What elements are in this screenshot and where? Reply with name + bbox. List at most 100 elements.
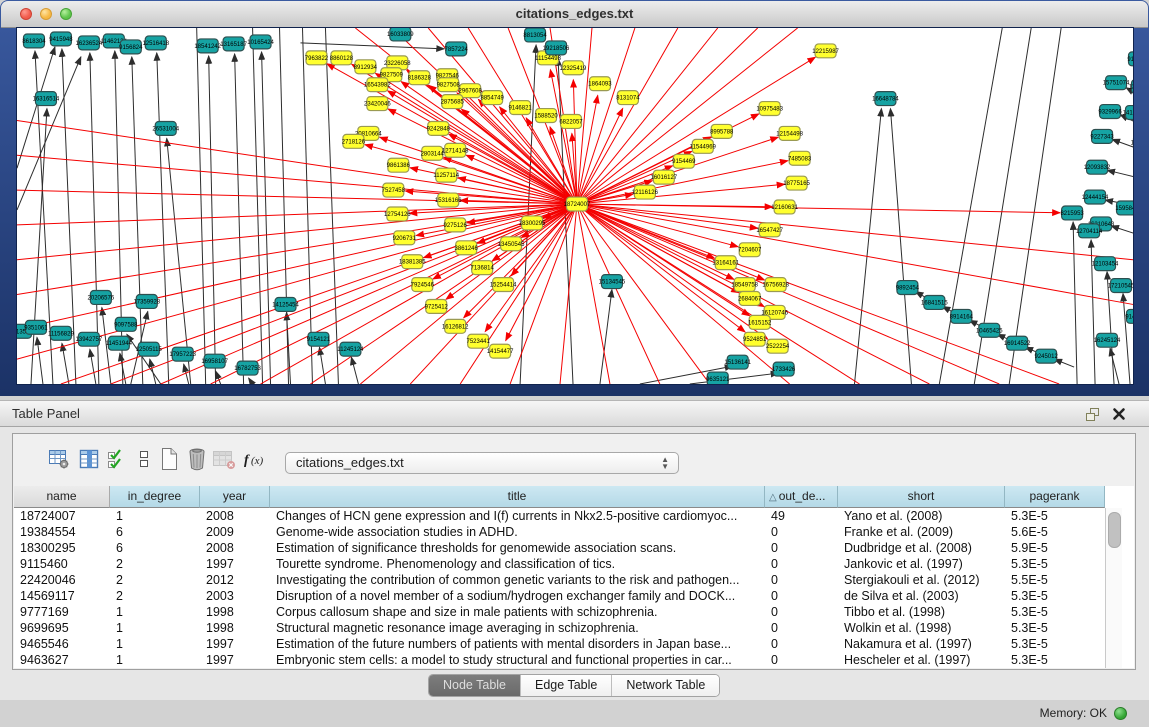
combo-arrows-icon: ▲▼ [661,456,669,470]
table-cell: 5.3E-5 [1005,588,1105,604]
graph-node-label: 9329966 [1098,110,1122,116]
graph-node-label: 12714148 [442,148,469,154]
graph-node-label: 12103454 [1092,262,1119,268]
function-builder-button[interactable]: f (x) [241,444,271,474]
table-row[interactable]: 946554611997Estimation of the future num… [14,636,1105,652]
graph-node-label: 9156824 [119,45,143,51]
table-chooser-select[interactable]: citations_edges.txt ▲▼ [285,452,679,474]
node-table: name in_degreeyear title △out_de...short pag… [14,486,1134,668]
graph-node-label: 8813054 [523,33,547,39]
graph-node-label: 18549758 [731,283,758,289]
table-toolbar: f (x) citations_edges.txt ▲▼ [13,434,1135,486]
table-row[interactable]: 1938455462009Genome-wide association stu… [14,524,1105,540]
column-header-label: out_de... [779,489,826,503]
table-cell: 9777169 [14,604,110,620]
table-cell: Stergiakouli et al. (2012) [838,572,1005,588]
fx-icon: f (x) [242,449,270,469]
table-row[interactable]: 911546021997Tourette syndrome. Phenomeno… [14,556,1105,572]
table-cell: 0 [765,588,838,604]
graph-node-label: 12505115 [136,347,163,353]
table-row[interactable]: 2242004622012Investigating the contribut… [14,572,1105,588]
row-height-button[interactable] [131,444,157,474]
column-header-label: pagerank [1029,489,1079,503]
column-header-in_degree[interactable]: in_degree [110,486,200,508]
close-panel-icon[interactable] [1112,407,1126,421]
table-gear-icon [48,448,70,470]
table-row[interactable]: 969969511998Structural magnetic resonanc… [14,620,1105,636]
graph-node-label: 2522254 [766,344,790,350]
graph-node-label: 10465425 [976,328,1003,334]
show-hide-columns-button[interactable] [104,444,130,474]
graph-node-label: 16126812 [442,324,469,330]
table-mode-button[interactable] [46,444,72,474]
table-cell: 9115460 [14,556,110,572]
table-cell: 2003 [200,588,270,604]
graph-node-label: 16016127 [651,175,678,181]
table-cell: Investigating the contribution of common… [270,572,765,588]
table-cell: 0 [765,540,838,556]
new-file-icon [159,447,179,471]
graph-node-label: 15134545 [599,280,626,286]
table-cell: Dudbridge et al. (2008) [838,540,1005,556]
graph-node-label: 17957223 [169,352,196,358]
table-cell: Estimation of significance thresholds fo… [270,540,765,556]
column-header-out_de[interactable]: △out_de... [765,486,838,508]
column-header-title[interactable]: title [270,486,765,508]
tab-node-table[interactable]: Node Table [429,675,520,696]
table-cell: 2009 [200,524,270,540]
table-cell: 5.3E-5 [1005,556,1105,572]
network-canvas[interactable]: 7963822886012889129342322605898275091654… [16,27,1134,385]
scrollbar-thumb[interactable] [1108,512,1121,548]
graph-node-label: 8912934 [354,65,378,71]
table-row[interactable]: 1830029562008Estimation of significance … [14,540,1105,556]
table-cell: 6 [110,540,200,556]
table-row[interactable]: 1872400712008Changes of HCN gene express… [14,508,1105,524]
graph-node-label: 9524851 [743,337,767,343]
table-row[interactable]: 1456911722003Disruption of a novel membe… [14,588,1105,604]
column-header-name[interactable]: name [14,486,110,508]
table-cell: 1998 [200,604,270,620]
table-cell: 2 [110,556,200,572]
graph-node-label: 15254414 [490,283,517,289]
delete-table-button[interactable] [211,444,237,474]
table-cell: 1 [110,604,200,620]
graph-node-label: 12116126 [632,190,659,196]
table-row[interactable]: 946362711997Embryonic stem cells: a mode… [14,652,1105,668]
graph-node-label: 2967608 [459,89,483,95]
tab-network-table[interactable]: Network Table [611,675,719,696]
table-panel-body: f (x) citations_edges.txt ▲▼ name in_degr… [0,427,1149,700]
graph-node-label: 9242848 [427,126,451,132]
table-cell: 49 [765,508,838,524]
table-box: f (x) citations_edges.txt ▲▼ name in_degr… [12,433,1136,670]
select-columns-button[interactable] [76,444,102,474]
column-header-pagerank[interactable]: pagerank [1005,486,1105,508]
graph-node-label: 7963822 [305,56,329,62]
graph-node-label: 13450545 [498,242,525,248]
table-cell: Disruption of a novel member of a sodium… [270,588,765,604]
graph-node-label: 7204607 [738,248,762,254]
graph-node-label: 2684067 [738,296,762,302]
table-cell: 5.9E-5 [1005,540,1105,556]
column-header-short[interactable]: short [838,486,1005,508]
citation-network-graph[interactable]: 7963822886012889129342322605898275091654… [17,28,1133,384]
graph-node-label: 11154498 [535,56,561,62]
vertical-scrollbar[interactable] [1105,508,1122,668]
delete-columns-button[interactable] [184,444,210,474]
graph-node-label: 16756928 [762,283,789,289]
table-cell: 1 [110,636,200,652]
graph-node-label: 16245124 [1094,338,1121,344]
column-header-year[interactable]: year [200,486,270,508]
column-header-label: name [46,489,76,503]
graph-node-label: 12754126 [384,212,411,218]
table-row[interactable]: 977716911998Corpus callosum shape and si… [14,604,1105,620]
graph-node-label: 16547427 [756,228,783,234]
network-window-titlebar[interactable]: citations_edges.txt [1,1,1148,28]
column-header-label: title [508,489,527,503]
graph-node-label: 9154121 [307,337,331,343]
tab-edge-table[interactable]: Edge Table [520,675,611,696]
cytoscape-screen: citations_edges.txt 79638228860128891293… [0,0,1149,727]
float-panel-icon[interactable] [1086,408,1100,421]
checklist-icon [107,448,127,470]
create-column-button[interactable] [156,444,182,474]
table-cell: 9465546 [14,636,110,652]
